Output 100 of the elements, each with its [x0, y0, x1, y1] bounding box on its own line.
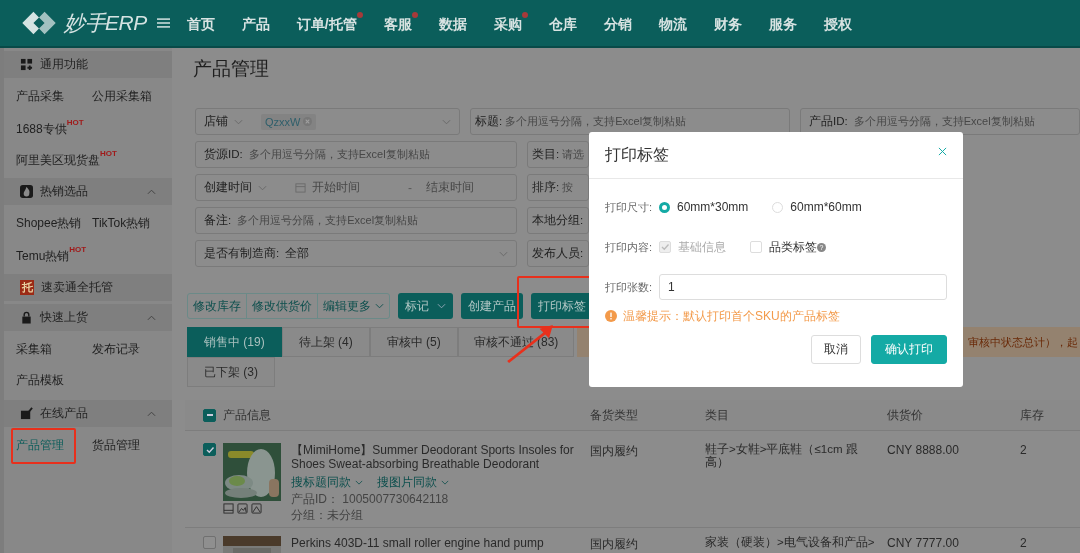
sidebar-item[interactable]: Temu热销$^{HOT}$ [16, 244, 87, 265]
sidebar-item[interactable]: 货品管理 [92, 437, 140, 454]
select-all-checkbox[interactable] [203, 408, 216, 422]
field-label: 发布人员: [532, 246, 584, 261]
section-title: 快速上货 [40, 309, 88, 326]
sidebar-item[interactable]: 阿里美区现货盘$^{HOT}$ [16, 148, 117, 169]
table-cell-text: 国内履约 [589, 443, 639, 460]
field-label: 是否有制造商: [204, 246, 280, 261]
nav-link[interactable]: 授权 [823, 12, 858, 34]
row-checkbox[interactable] [203, 536, 216, 549]
row-checkbox[interactable] [203, 443, 216, 456]
hot-label: HOT [66, 117, 84, 127]
store-select[interactable]: 店铺 QzxxW [195, 108, 460, 135]
quantity-field[interactable]: 1 [659, 274, 947, 300]
nav-link[interactable]: 订单/托管 [296, 12, 363, 34]
sidebar-item[interactable]: 产品模板 [16, 372, 64, 389]
nav-link[interactable]: 财务 [713, 12, 748, 34]
product-title[interactable]: Perkins 403D-11 small roller engine hand pump [291, 536, 544, 550]
column-header: 库存 [1019, 407, 1045, 423]
section-title: 热销选品 [40, 183, 88, 200]
nav-link[interactable]: 产品 [241, 12, 276, 34]
nav-link[interactable]: 客服 [383, 12, 418, 34]
column-header: 备货类型 [589, 407, 639, 423]
nav-link[interactable]: 物流 [658, 12, 693, 34]
search-similar-link[interactable]: 搜图片同款 [377, 474, 449, 491]
table-cell-text: CNY 8888.00 [886, 443, 960, 457]
nav-link[interactable]: 仓库 [548, 12, 583, 34]
dialog-title: 打印标签 [605, 144, 669, 165]
start-date-placeholder[interactable]: 开始时间 [312, 180, 402, 195]
sidebar-section-header[interactable]: 通用功能 [4, 51, 172, 78]
option-label[interactable]: 60mm*60mm [790, 200, 862, 214]
confirm-button[interactable]: 确认打印 [871, 335, 947, 364]
option-label[interactable]: 品类标签 [769, 238, 817, 256]
field-label: 本地分组: [532, 213, 584, 228]
notice-text: 审核中状态总计），起 [968, 334, 1078, 350]
field-label: 店铺 [204, 114, 228, 129]
status-tab[interactable]: 待上架 (4) [281, 327, 370, 357]
sidebar-section-header[interactable]: 在线产品 [4, 400, 172, 427]
section-title: 速卖通全托管 [41, 279, 113, 296]
sidebar-item[interactable]: 产品采集 [16, 88, 64, 105]
dropdown[interactable]: 是否有制造商: 全部 [195, 240, 517, 267]
form-label: 打印内容: [605, 239, 654, 255]
status-tab[interactable]: 已下架 (3) [187, 357, 275, 387]
status-tab[interactable]: 销售中 (19) [187, 327, 282, 357]
sidebar-item[interactable]: 采集箱 [16, 341, 52, 358]
edit-icon [20, 407, 33, 420]
close-icon[interactable] [938, 146, 947, 156]
nav-link[interactable]: 分销 [603, 12, 638, 34]
toolbar-button[interactable]: 创建产品 [461, 293, 523, 319]
range-separator: - [408, 180, 412, 195]
chevron-up-icon[interactable] [147, 188, 156, 195]
hot-label: HOT [100, 148, 117, 158]
table-cell-text: 鞋子>女鞋>平底鞋（≤1cm 跟高） [704, 443, 859, 469]
sidebar-item[interactable]: 发布记录 [92, 341, 140, 358]
toolbar-button[interactable]: 编辑更多 [318, 294, 389, 318]
nav-link[interactable]: 采购 [493, 12, 528, 34]
nav-link[interactable]: 服务 [768, 12, 803, 34]
page-title: 产品管理 [193, 57, 270, 81]
tip-text: 温馨提示：默认打印首个SKU的产品标签 [623, 307, 840, 325]
caret-icon [442, 118, 451, 125]
chevron-up-icon[interactable] [147, 314, 156, 321]
column-header: 类目 [704, 407, 730, 423]
chevron-up-icon[interactable] [147, 410, 156, 417]
seal-icon: 托 [20, 280, 34, 295]
sidebar-item[interactable]: 1688专供$^{HOT}$ [16, 117, 84, 138]
field-label: 标题: [475, 114, 503, 129]
table-cell-text: 家装（硬装）>电气设备和产品> [704, 536, 876, 549]
toolbar-button[interactable]: 修改库存 [188, 294, 247, 318]
nav-link[interactable]: 首页 [186, 12, 221, 34]
logo-icon [20, 10, 58, 36]
menu-icon[interactable] [156, 17, 170, 29]
sidebar-section-header[interactable]: 快速上货 [4, 304, 172, 331]
sidebar-item[interactable]: TikTok热销 [92, 215, 151, 232]
status-tab[interactable]: 审核中 (5) [369, 327, 458, 357]
checkbox[interactable] [750, 241, 762, 253]
product-title[interactable]: 【MimiHome】Summer Deodorant Sports Insoles for Shoes Sweat-absorbing Breathable Deodorant [291, 443, 583, 471]
date-type-dropdown[interactable]: 创建时间 [196, 180, 252, 195]
product-id: 产品ID： 1005007730642118 [291, 491, 450, 507]
radio-button[interactable] [659, 201, 670, 213]
caret-icon [258, 184, 267, 191]
caret-icon [441, 480, 449, 485]
remove-icon[interactable] [303, 117, 313, 126]
search-similar-link[interactable]: 搜标题同款 [291, 474, 363, 491]
option-label[interactable]: 60mm*30mm [677, 200, 749, 214]
field-label: 备注: [204, 213, 232, 228]
caret-icon [355, 480, 363, 485]
sidebar-item[interactable]: Shopee热销 [16, 215, 82, 232]
nav-link[interactable]: 数据 [438, 12, 473, 34]
flame-icon [20, 185, 33, 198]
mountain-icon[interactable] [251, 503, 262, 514]
toolbar-button[interactable]: 修改供货价 [247, 294, 318, 318]
sidebar-section-header[interactable]: 托 速卖通全托管 [4, 274, 172, 301]
image-icon[interactable] [237, 503, 248, 514]
toolbar-button[interactable]: 标记 [398, 293, 453, 319]
field-label: 产品ID: [809, 114, 848, 129]
sidebar-section-header[interactable]: 热销选品 [4, 178, 172, 205]
end-date-placeholder[interactable]: 结束时间 [426, 180, 516, 195]
field-label: 类目: [532, 147, 560, 162]
sidebar-item[interactable]: 公用采集箱 [92, 88, 152, 105]
cancel-button[interactable]: 取消 [811, 335, 861, 364]
